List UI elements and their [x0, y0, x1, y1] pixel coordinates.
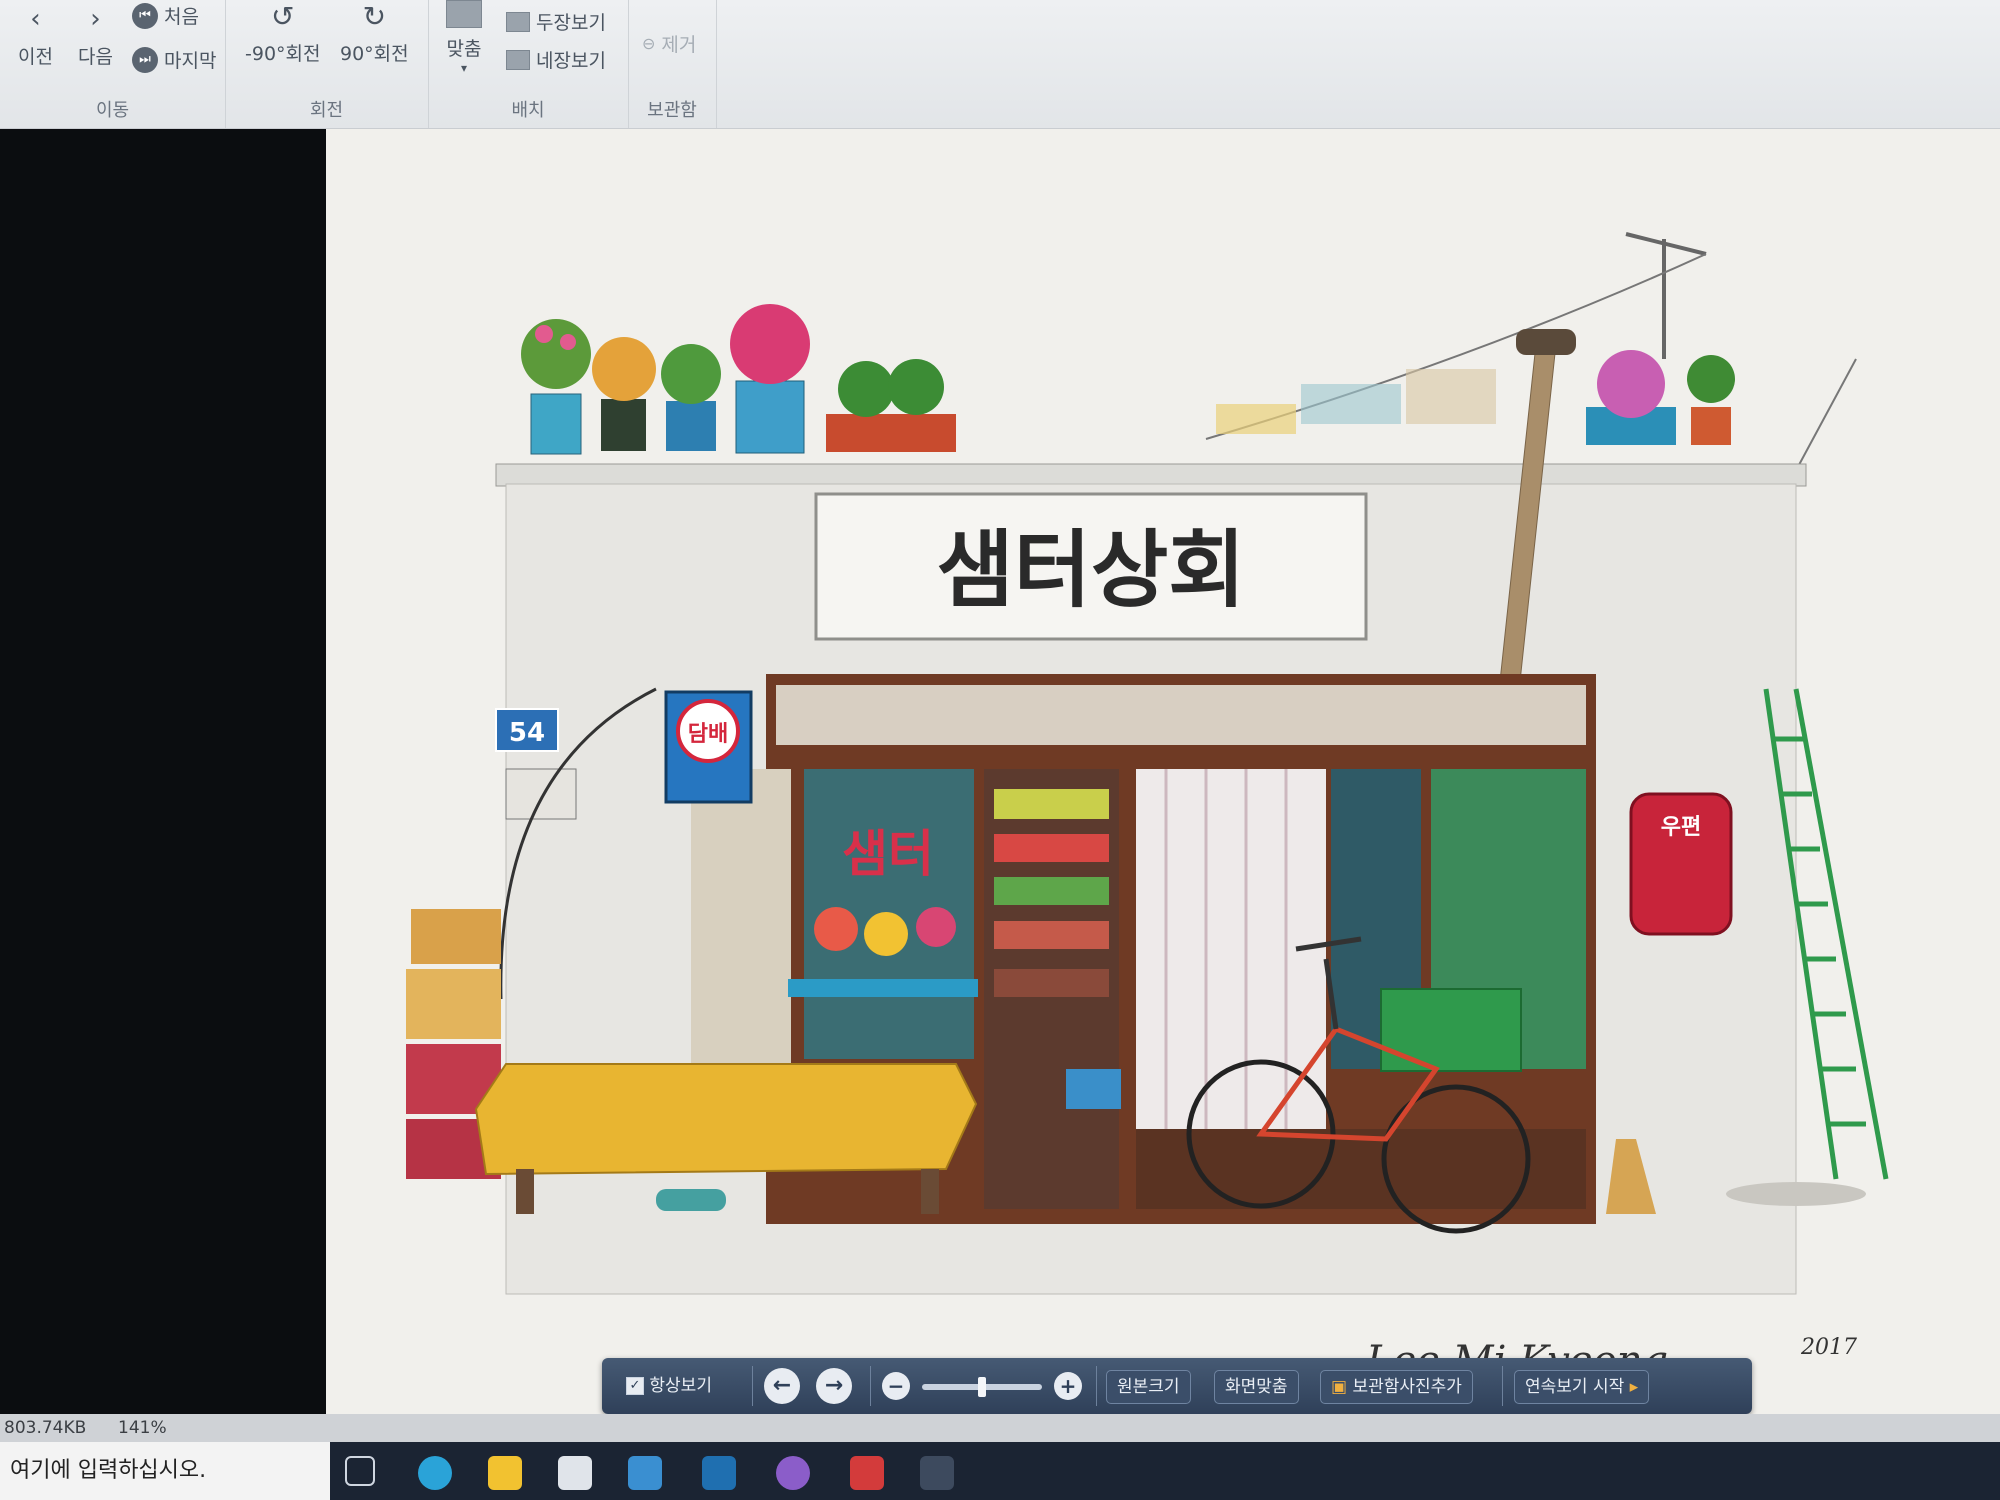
- rotate-ccw-icon: ↺: [271, 0, 295, 33]
- mail-icon[interactable]: [628, 1456, 662, 1490]
- flower-pots: [521, 304, 1735, 455]
- plus-icon: +: [1059, 1374, 1077, 1398]
- fit-button[interactable]: 맞춤 ▾: [446, 0, 482, 75]
- original-size-button[interactable]: 원본크기: [1106, 1370, 1191, 1404]
- two-page-view-button[interactable]: 두장보기: [506, 8, 606, 35]
- ribbon-toolbar: ‹ 이전 › 다음 ⏮ 처음 ⏭ 마지막 이동 ↺ -90°회전 ↻ 90°회전…: [0, 0, 2000, 129]
- app-icon[interactable]: [702, 1456, 736, 1490]
- add-to-storage-label: 보관함사진추가: [1352, 1377, 1462, 1397]
- toolbar-divider: [752, 1366, 753, 1406]
- shop-illustration: 샘터상회 샘터 54 담배 우편 2017: [406, 232, 1889, 1384]
- chevron-right-icon: ›: [90, 4, 101, 34]
- bench: [474, 1063, 978, 1176]
- shop-sign-text: 샘터상회: [936, 521, 1245, 619]
- next-image-button[interactable]: →: [816, 1368, 852, 1404]
- skip-forward-icon: ⏭: [132, 46, 158, 73]
- remove-label: 제거: [661, 34, 697, 56]
- skip-back-icon: ⏮: [132, 2, 158, 29]
- checkbox-icon: ✓: [626, 1377, 644, 1395]
- zoom-slider[interactable]: [922, 1377, 1042, 1397]
- signature-year: 2017: [1800, 1335, 1857, 1360]
- last-label: 마지막: [164, 50, 217, 72]
- layout-group-label: 배치: [511, 100, 545, 121]
- next-label: 다음: [78, 46, 113, 68]
- first-button[interactable]: ⏮ 처음: [132, 2, 199, 29]
- rotate-ccw-label: -90°회전: [245, 43, 321, 65]
- task-view-icon[interactable]: [345, 1456, 375, 1486]
- house-number: 54: [509, 718, 545, 748]
- minus-icon: −: [887, 1374, 905, 1398]
- rotate-cw-button[interactable]: ↻ 90°회전: [340, 0, 409, 66]
- image-viewer-app-icon[interactable]: [920, 1456, 954, 1490]
- add-photo-icon: ▣: [1331, 1377, 1348, 1397]
- two-page-icon: [506, 11, 530, 32]
- window-sign-text: 샘터: [842, 825, 934, 883]
- move-group: ‹ 이전 › 다음 ⏮ 처음 ⏭ 마지막 이동: [0, 0, 226, 128]
- zoom-slider-thumb[interactable]: [978, 1377, 986, 1397]
- toolbar-divider: [870, 1366, 871, 1406]
- prev-label: 이전: [18, 46, 53, 68]
- play-icon: ▸: [1629, 1377, 1639, 1397]
- add-to-storage-button[interactable]: ▣ 보관함사진추가: [1320, 1370, 1473, 1404]
- arrow-right-icon: →: [824, 1373, 844, 1398]
- fit-screen-button[interactable]: 화면맞춤: [1214, 1370, 1299, 1404]
- prev-button[interactable]: ‹ 이전: [18, 4, 53, 69]
- slideshow-button[interactable]: 연속보기 시작 ▸: [1514, 1370, 1650, 1404]
- edge-browser-icon[interactable]: [418, 1456, 452, 1490]
- storage-group-label: 보관함: [647, 100, 697, 121]
- arrow-left-icon: ←: [772, 1373, 792, 1398]
- slideshow-label: 연속보기 시작: [1525, 1377, 1625, 1397]
- fit-label: 맞춤: [446, 38, 482, 60]
- left-pane: [0, 129, 326, 1414]
- rotate-group-label: 회전: [309, 100, 344, 121]
- taskbar-search-box[interactable]: 여기에 입력하십시오.: [0, 1442, 330, 1500]
- file-size: 803.74KB: [4, 1418, 87, 1438]
- layout-group: 맞춤 ▾ 두장보기 네장보기 배치: [428, 0, 629, 128]
- always-show-label: 항상보기: [649, 1376, 712, 1396]
- fit-icon: [446, 0, 482, 28]
- four-page-view-button[interactable]: 네장보기: [506, 46, 606, 73]
- dropdown-arrow-icon: ▾: [460, 61, 468, 75]
- windows-taskbar: 여기에 입력하십시오.: [0, 1442, 2000, 1500]
- file-explorer-icon[interactable]: [488, 1456, 522, 1490]
- storage-group: ⊖ 제거 보관함: [628, 0, 717, 128]
- rotate-group: ↺ -90°회전 ↻ 90°회전 회전: [225, 0, 429, 128]
- first-label: 처음: [164, 6, 199, 28]
- next-button[interactable]: › 다음: [78, 4, 113, 69]
- rotate-ccw-button[interactable]: ↺ -90°회전: [245, 0, 321, 66]
- toolbar-divider: [1502, 1366, 1503, 1406]
- always-show-toggle[interactable]: ✓ 항상보기: [616, 1370, 722, 1402]
- rotate-cw-icon: ↻: [362, 0, 387, 33]
- zoom-in-button[interactable]: +: [1054, 1372, 1082, 1400]
- toolbar-divider: [1096, 1366, 1097, 1406]
- four-page-label: 네장보기: [536, 50, 606, 72]
- two-page-label: 두장보기: [536, 12, 606, 34]
- remove-icon: ⊖: [642, 34, 656, 53]
- search-placeholder: 여기에 입력하십시오.: [10, 1458, 207, 1483]
- zoom-out-button[interactable]: −: [882, 1372, 910, 1400]
- image-viewer[interactable]: 샘터상회 샘터 54 담배 우편 2017: [326, 129, 2000, 1414]
- store-icon[interactable]: [558, 1456, 592, 1490]
- remove-button[interactable]: ⊖ 제거: [642, 30, 696, 57]
- messenger-icon[interactable]: [776, 1456, 810, 1490]
- move-group-label: 이동: [95, 100, 130, 121]
- chevron-left-icon: ‹: [30, 4, 41, 34]
- last-button[interactable]: ⏭ 마지막: [132, 46, 216, 73]
- prev-image-button[interactable]: ←: [764, 1368, 800, 1404]
- status-bar: 803.74KB 141%: [0, 1414, 2000, 1442]
- tobacco-sign-text: 담배: [688, 722, 728, 747]
- zoom-level: 141%: [118, 1418, 167, 1438]
- viewer-toolbar: ✓ 항상보기 ← → − + 원본크기 화면맞춤 ▣ 보관함사진추가 연속보기 …: [602, 1358, 1752, 1414]
- postbox-label: 우편: [1661, 815, 1701, 840]
- four-page-icon: [506, 49, 530, 70]
- rotate-cw-label: 90°회전: [340, 43, 409, 65]
- office-icon[interactable]: [850, 1456, 884, 1490]
